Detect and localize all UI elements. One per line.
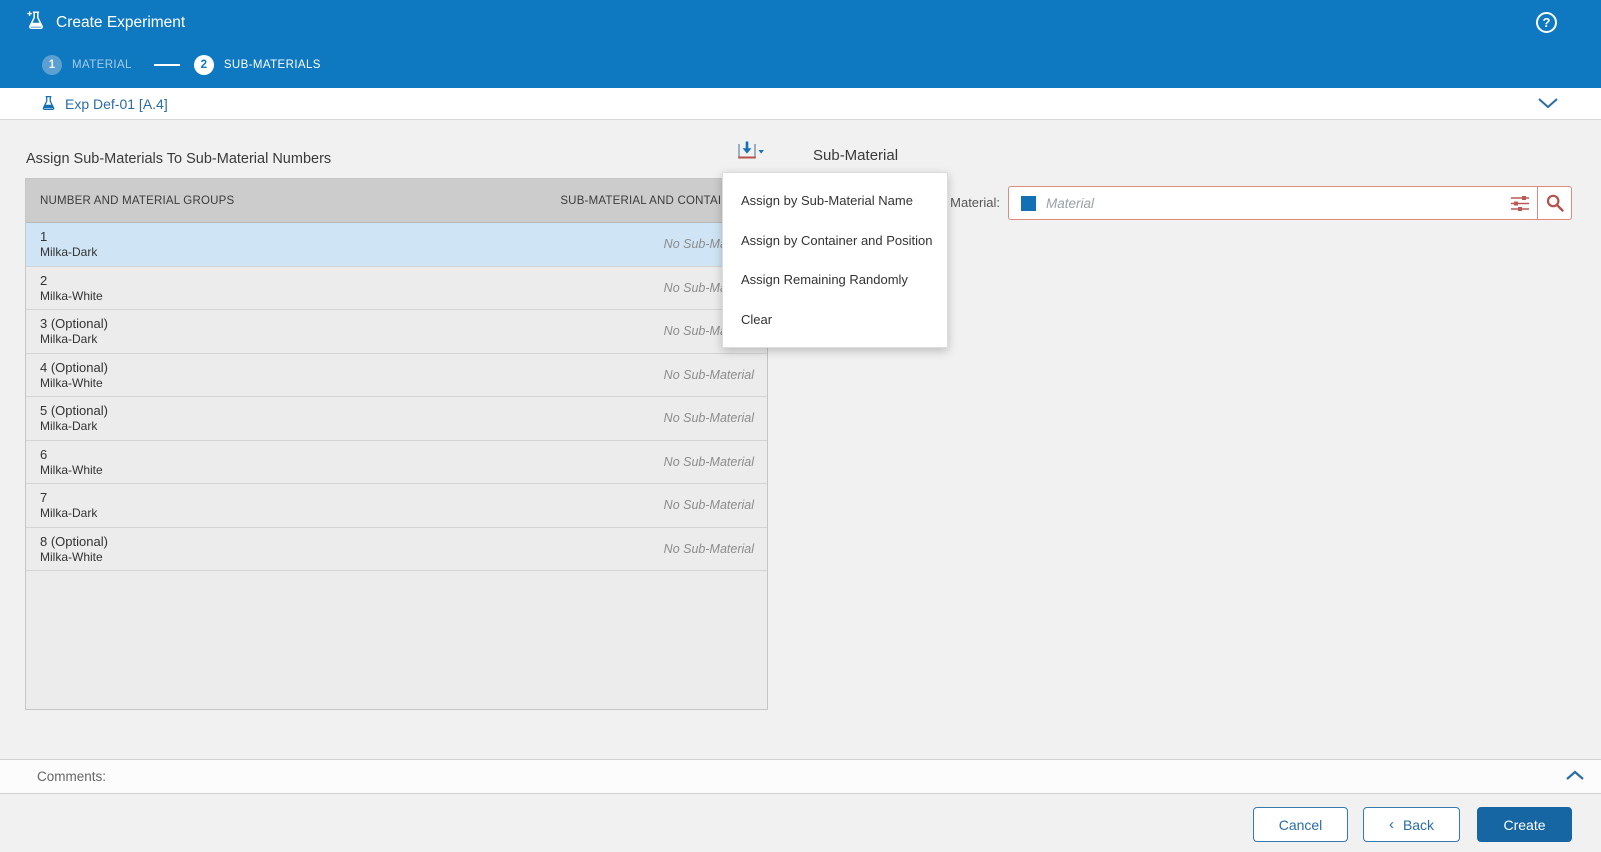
table-row[interactable]: 8 (Optional) Milka-White No Sub-Material <box>26 528 767 572</box>
search-icon <box>1545 193 1565 213</box>
row-material-group: Milka-White <box>40 550 108 565</box>
table-row[interactable]: 7 Milka-Dark No Sub-Material <box>26 484 767 528</box>
table-row[interactable]: 6 Milka-White No Sub-Material <box>26 441 767 485</box>
table-row[interactable]: 2 Milka-White No Sub-Material <box>26 267 767 311</box>
sliders-icon <box>1509 193 1531 213</box>
table-row[interactable]: 4 (Optional) Milka-White No Sub-Material <box>26 354 767 398</box>
menu-item-assign-by-name[interactable]: Assign by Sub-Material Name <box>723 181 947 221</box>
menu-item-assign-by-container[interactable]: Assign by Container and Position <box>723 221 947 261</box>
create-button[interactable]: Create <box>1477 807 1572 842</box>
step-2-label: SUB-MATERIALS <box>224 59 321 71</box>
cancel-button[interactable]: Cancel <box>1253 807 1348 842</box>
sub-material-assignment-table: NUMBER AND MATERIAL GROUPS SUB-MATERIAL … <box>25 178 768 710</box>
assign-section-title: Assign Sub-Materials To Sub-Material Num… <box>26 151 331 167</box>
row-material-group: Milka-Dark <box>40 245 97 260</box>
row-material-group: Milka-White <box>40 376 108 391</box>
assign-arrow-icon <box>735 140 765 166</box>
experiment-flask-icon <box>25 9 47 36</box>
experiment-definition-label: Exp Def-01 [A.4] <box>65 96 168 112</box>
sub-material-panel-title: Sub-Material <box>813 147 898 164</box>
row-number: 6 <box>40 446 103 463</box>
material-type-icon <box>1021 196 1036 211</box>
back-button-label: Back <box>1403 817 1434 833</box>
flask-icon <box>40 94 57 115</box>
table-header-row: NUMBER AND MATERIAL GROUPS SUB-MATERIAL … <box>26 179 767 223</box>
row-material-group: Milka-Dark <box>40 419 108 434</box>
comments-label: Comments: <box>37 769 106 784</box>
row-material-group: Milka-Dark <box>40 332 108 347</box>
column-header-number-groups: NUMBER AND MATERIAL GROUPS <box>26 179 427 222</box>
row-number: 2 <box>40 272 103 289</box>
chevron-up-icon[interactable] <box>1565 769 1585 787</box>
row-number: 8 (Optional) <box>40 533 108 550</box>
table-row[interactable]: 5 (Optional) Milka-Dark No Sub-Material <box>26 397 767 441</box>
chevron-down-icon[interactable] <box>1537 97 1559 115</box>
table-row[interactable]: 3 (Optional) Milka-Dark No Sub-Material <box>26 310 767 354</box>
row-sub-material-value: No Sub-Material <box>664 441 754 484</box>
row-sub-material-value: No Sub-Material <box>664 354 754 397</box>
step-1-circle: 1 <box>42 55 62 75</box>
row-material-group: Milka-White <box>40 289 103 304</box>
step-material[interactable]: 1 MATERIAL <box>42 55 132 75</box>
wizard-steps: 1 MATERIAL 2 SUB-MATERIALS <box>42 55 321 75</box>
material-search-input[interactable] <box>1036 187 1503 219</box>
row-number: 4 (Optional) <box>40 359 108 376</box>
row-sub-material-value: No Sub-Material <box>664 528 754 571</box>
chevron-left-icon: ‹ <box>1389 817 1394 832</box>
create-experiment-dialog: Create Experiment ? 1 MATERIAL 2 SUB-MAT… <box>0 0 1601 852</box>
dialog-title: Create Experiment <box>56 14 185 32</box>
row-material-group: Milka-White <box>40 463 103 478</box>
row-number: 7 <box>40 489 97 506</box>
material-search-box <box>1008 186 1572 220</box>
experiment-definition-bar[interactable]: Exp Def-01 [A.4] <box>0 88 1601 120</box>
step-1-label: MATERIAL <box>72 59 132 71</box>
row-sub-material-value: No Sub-Material <box>664 484 754 527</box>
menu-item-clear[interactable]: Clear <box>723 300 947 340</box>
comments-section[interactable]: Comments: <box>0 759 1601 794</box>
row-number: 5 (Optional) <box>40 402 108 419</box>
assign-dropdown-menu: Assign by Sub-Material Name Assign by Co… <box>722 172 948 348</box>
back-button[interactable]: ‹ Back <box>1363 807 1460 842</box>
row-sub-material-value: No Sub-Material <box>664 397 754 440</box>
menu-item-assign-randomly[interactable]: Assign Remaining Randomly <box>723 260 947 300</box>
row-number: 3 (Optional) <box>40 315 108 332</box>
search-button[interactable] <box>1538 187 1571 219</box>
help-icon[interactable]: ? <box>1536 12 1557 33</box>
row-material-group: Milka-Dark <box>40 506 97 521</box>
step-connector-line <box>154 64 180 66</box>
row-number: 1 <box>40 228 97 245</box>
column-header-sub-material: SUB-MATERIAL AND CONTAINERS <box>427 179 767 222</box>
step-2-circle: 2 <box>194 55 214 75</box>
filter-options-button[interactable] <box>1503 187 1537 219</box>
step-sub-materials[interactable]: 2 SUB-MATERIALS <box>194 55 321 75</box>
dialog-header: Create Experiment ? 1 MATERIAL 2 SUB-MAT… <box>0 0 1601 88</box>
table-row[interactable]: 1 Milka-Dark No Sub-Material <box>26 223 767 267</box>
assign-actions-button[interactable] <box>733 139 767 167</box>
